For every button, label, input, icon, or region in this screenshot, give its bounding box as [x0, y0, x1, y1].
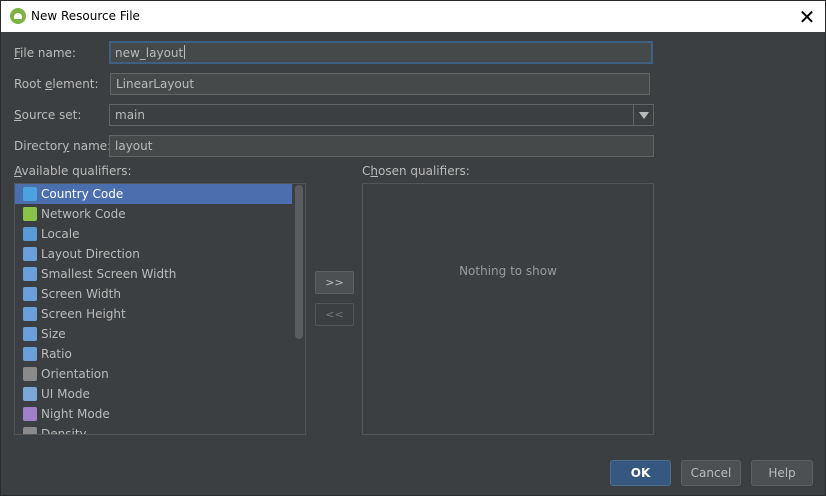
network-icon [23, 207, 37, 221]
cancel-button[interactable]: Cancel [681, 460, 741, 486]
qualifier-item[interactable]: Layout Direction [15, 244, 305, 264]
qualifier-item[interactable]: UI Mode [15, 384, 305, 404]
qualifier-label: UI Mode [41, 387, 90, 401]
qualifier-label: Smallest Screen Width [41, 267, 177, 281]
qualifier-label: Screen Height [41, 307, 126, 321]
locale-icon [23, 227, 37, 241]
layout-direction-icon [23, 247, 37, 261]
new-resource-file-dialog: New Resource File ✕ File name: new_layou… [0, 0, 826, 496]
directory-name-label: Directory name: [14, 139, 112, 153]
root-element-label: Root element: [14, 77, 99, 91]
available-qualifiers-scrollbar[interactable] [295, 185, 303, 339]
ok-button[interactable]: OK [610, 460, 671, 486]
qualifier-label: Night Mode [41, 407, 110, 421]
qualifier-label: Locale [41, 227, 80, 241]
close-icon[interactable]: ✕ [789, 1, 825, 32]
remove-qualifier-button[interactable]: << [315, 303, 354, 326]
source-set-label: Source set: [14, 108, 82, 122]
qualifier-item[interactable]: Locale [15, 224, 305, 244]
chevron-down-icon[interactable] [633, 105, 653, 125]
qualifier-item[interactable]: Country Code [15, 184, 292, 204]
qualifier-item[interactable]: Density [15, 424, 305, 435]
qualifier-item[interactable]: Smallest Screen Width [15, 264, 305, 284]
screen-width-icon [23, 287, 37, 301]
qualifier-item[interactable]: Size [15, 324, 305, 344]
orientation-icon [23, 367, 37, 381]
chosen-qualifiers-list[interactable]: Nothing to show [362, 183, 654, 435]
qualifier-item[interactable]: Night Mode [15, 404, 305, 424]
globe-icon [23, 187, 37, 201]
file-name-input[interactable]: new_layout [109, 41, 653, 64]
qualifier-item[interactable]: Screen Width [15, 284, 305, 304]
qualifier-label: Country Code [41, 187, 124, 201]
qualifier-label: Size [41, 327, 66, 341]
qualifier-item[interactable]: Network Code [15, 204, 305, 224]
add-qualifier-button[interactable]: >> [315, 271, 354, 294]
qualifier-item[interactable]: Screen Height [15, 304, 305, 324]
size-icon [23, 327, 37, 341]
window-title: New Resource File [31, 9, 140, 23]
root-element-input[interactable]: LinearLayout [110, 73, 650, 95]
density-icon [23, 427, 37, 434]
empty-state-text: Nothing to show [459, 264, 557, 278]
qualifier-label: Layout Direction [41, 247, 140, 261]
qualifier-label: Ratio [41, 347, 72, 361]
ratio-icon [23, 347, 37, 361]
qualifier-label: Density [41, 427, 87, 435]
source-set-select[interactable]: main [109, 104, 654, 126]
chosen-qualifiers-label: Chosen qualifiers: [362, 164, 470, 178]
available-qualifiers-list[interactable]: Country Code Network Code Locale Layout Dir… [14, 183, 306, 435]
available-qualifiers-label: Available qualifiers: [14, 164, 132, 178]
directory-name-input[interactable]: layout [109, 135, 654, 157]
help-button[interactable]: Help [751, 460, 813, 486]
smallest-width-icon [23, 267, 37, 281]
qualifier-item[interactable]: Orientation [15, 364, 305, 384]
qualifier-label: Orientation [41, 367, 109, 381]
ui-mode-icon [23, 387, 37, 401]
android-studio-icon [10, 8, 26, 24]
title-bar: New Resource File ✕ [1, 1, 825, 32]
night-mode-icon [23, 407, 37, 421]
source-set-value: main [115, 108, 145, 122]
file-name-label: File name: [14, 46, 76, 60]
qualifier-label: Network Code [41, 207, 126, 221]
screen-height-icon [23, 307, 37, 321]
qualifier-label: Screen Width [41, 287, 121, 301]
qualifier-item[interactable]: Ratio [15, 344, 305, 364]
